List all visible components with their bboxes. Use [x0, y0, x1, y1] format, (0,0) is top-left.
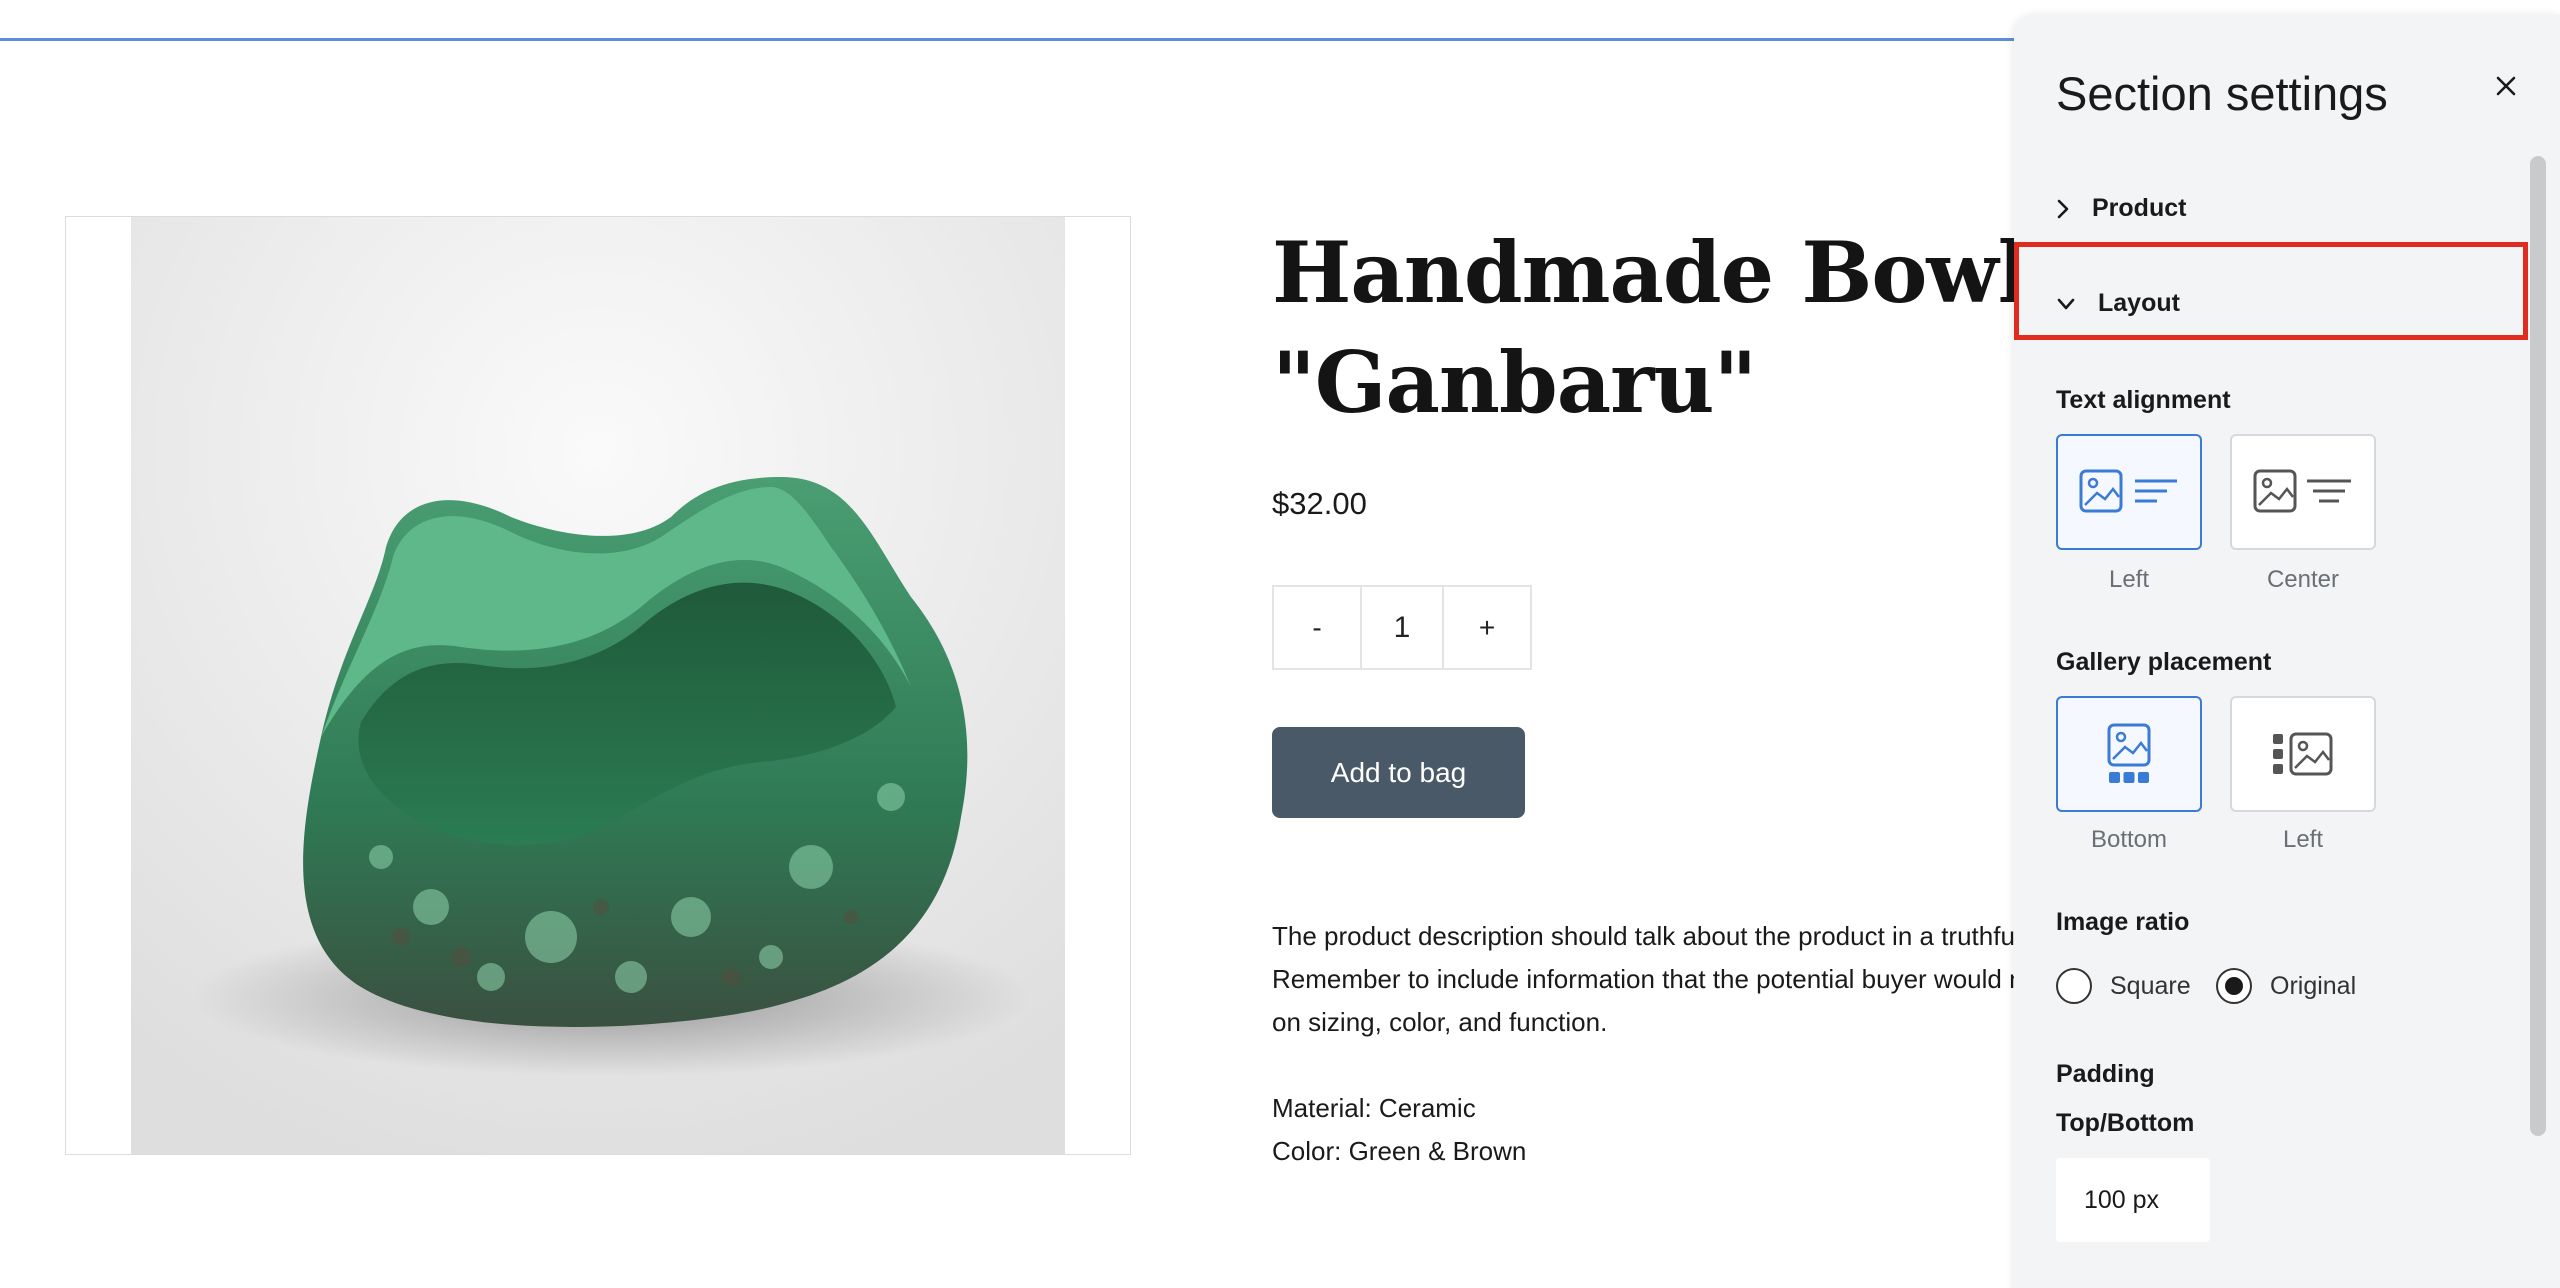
radio-square[interactable]	[2056, 968, 2092, 1004]
padding-top-bottom-input[interactable]: 100 px	[2056, 1158, 2210, 1242]
option-caption: Center	[2266, 566, 2340, 593]
panel-scrollbar[interactable]	[2530, 156, 2546, 1136]
quantity-decrease-button[interactable]: -	[1274, 587, 1360, 668]
section-settings-panel: Section settings Product Layout Text ali…	[2014, 14, 2560, 1288]
align-left-icon	[2079, 469, 2177, 513]
gallery-bottom-icon	[2107, 723, 2151, 783]
panel-title: Section settings	[2056, 67, 2388, 120]
product-color: Color: Green & Brown	[1272, 1136, 1527, 1166]
image-ratio-square-option[interactable]: Square	[2056, 968, 2191, 1004]
green-bowl-image	[131, 217, 1065, 1154]
padding-label: Padding	[2056, 1060, 2155, 1088]
gallery-bottom-option[interactable]	[2056, 696, 2202, 812]
description-line: The product description should talk abou…	[1272, 921, 2032, 951]
accordion-label: Layout	[2098, 289, 2180, 317]
radio-original[interactable]	[2216, 968, 2252, 1004]
align-center-icon	[2253, 469, 2351, 513]
radio-label: Square	[2110, 971, 2191, 1000]
radio-label: Original	[2270, 971, 2357, 1000]
close-icon[interactable]	[2486, 66, 2526, 106]
quantity-stepper: - 1 +	[1272, 585, 1532, 670]
gallery-left-option[interactable]	[2230, 696, 2376, 812]
product-material: Material: Ceramic	[1272, 1093, 1476, 1123]
text-align-center-option[interactable]	[2230, 434, 2376, 550]
option-caption: Left	[2282, 826, 2324, 853]
accordion-layout[interactable]: Layout	[2056, 289, 2180, 318]
product-price: $32.00	[1272, 486, 1367, 521]
product-photo	[131, 217, 1065, 1154]
gallery-left-icon	[2273, 732, 2333, 776]
text-align-left-option[interactable]	[2056, 434, 2202, 550]
chevron-right-icon	[2057, 199, 2069, 218]
option-caption: Left	[2108, 566, 2150, 593]
image-ratio-label: Image ratio	[2056, 908, 2190, 936]
chevron-down-icon	[2057, 298, 2075, 309]
product-title-line-2: "Ganbaru"	[1272, 333, 1757, 432]
product-image-frame	[65, 216, 1131, 1155]
text-alignment-label: Text alignment	[2056, 386, 2231, 414]
top-progress-line	[0, 38, 2020, 41]
padding-top-bottom-label: Top/Bottom	[2056, 1109, 2195, 1137]
quantity-value[interactable]: 1	[1360, 587, 1444, 668]
accordion-label: Product	[2092, 194, 2187, 222]
description-line: Remember to include information that the…	[1272, 964, 2032, 994]
product-title: Handmade Bowl "Ganbaru"	[1272, 218, 2092, 438]
image-ratio-original-option[interactable]: Original	[2216, 968, 2356, 1004]
description-line: on sizing, color, and function.	[1272, 1007, 1608, 1037]
add-to-bag-button[interactable]: Add to bag	[1272, 727, 1525, 818]
quantity-increase-button[interactable]: +	[1444, 587, 1530, 668]
product-description: The product description should talk abou…	[1272, 915, 2032, 1173]
accordion-product[interactable]: Product	[2056, 194, 2186, 223]
gallery-placement-label: Gallery placement	[2056, 648, 2272, 676]
product-title-line-1: Handmade Bowl	[1272, 223, 2030, 322]
option-caption: Bottom	[2090, 826, 2168, 853]
